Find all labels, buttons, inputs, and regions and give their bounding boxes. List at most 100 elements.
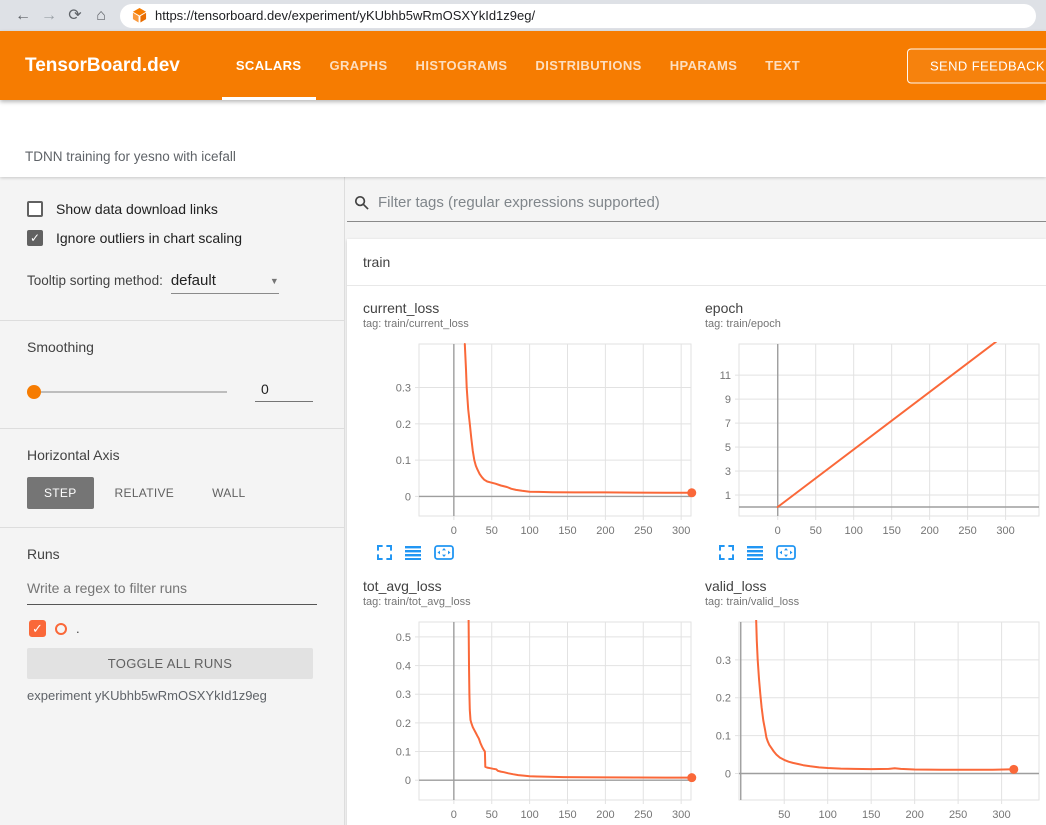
smoothing-value-input[interactable]: 0 bbox=[255, 381, 313, 402]
chart-tag: tag: train/epoch bbox=[705, 318, 1046, 330]
tab-scalars[interactable]: SCALARS bbox=[222, 31, 316, 100]
chart-plot-tot_avg_loss[interactable]: 05010015020025030000.10.20.30.40.5 bbox=[363, 616, 699, 824]
tab-graphs[interactable]: GRAPHS bbox=[316, 31, 402, 100]
chart-plot-epoch[interactable]: 0501001502002503001357911 bbox=[705, 338, 1046, 540]
fit-domain-icon[interactable] bbox=[434, 545, 454, 560]
toggle-all-runs-button[interactable]: TOGGLE ALL RUNS bbox=[27, 648, 313, 679]
fullscreen-icon[interactable] bbox=[377, 545, 392, 560]
settings-sidebar: Show data download links ✓ Ignore outlie… bbox=[0, 177, 345, 825]
search-icon bbox=[354, 195, 369, 210]
svg-text:0.1: 0.1 bbox=[396, 455, 411, 467]
tab-hparams[interactable]: HPARAMS bbox=[656, 31, 752, 100]
chart-toolbar bbox=[719, 545, 1046, 560]
run-data-list-icon[interactable] bbox=[405, 545, 421, 560]
run-list: ✓. bbox=[0, 620, 344, 637]
svg-text:0.3: 0.3 bbox=[716, 655, 731, 667]
runs-label: Runs bbox=[27, 546, 344, 562]
svg-text:0.1: 0.1 bbox=[396, 747, 411, 759]
svg-text:200: 200 bbox=[596, 525, 614, 537]
ignore-outliers-checkbox[interactable]: ✓ Ignore outliers in chart scaling bbox=[27, 230, 344, 246]
chevron-down-icon: ▼ bbox=[270, 276, 279, 286]
slider-thumb[interactable] bbox=[27, 385, 41, 399]
home-icon[interactable]: ⌂ bbox=[88, 8, 114, 24]
smoothing-slider[interactable] bbox=[27, 385, 227, 399]
experiment-id-line: experiment yKUbhb5wRmOSXYkId1z9eg bbox=[27, 688, 344, 703]
chart-plot-current_loss[interactable]: 05010015020025030000.10.20.3 bbox=[363, 338, 699, 540]
svg-text:50: 50 bbox=[486, 809, 498, 821]
smoothing-label: Smoothing bbox=[27, 339, 344, 355]
horizontal-axis-button-group: STEPRELATIVEWALL bbox=[27, 477, 344, 509]
svg-text:100: 100 bbox=[845, 525, 863, 537]
svg-text:0.3: 0.3 bbox=[396, 383, 411, 395]
svg-text:100: 100 bbox=[819, 809, 837, 821]
svg-text:150: 150 bbox=[558, 809, 576, 821]
svg-text:300: 300 bbox=[996, 525, 1014, 537]
svg-text:1: 1 bbox=[725, 490, 731, 502]
svg-text:0.4: 0.4 bbox=[396, 661, 411, 673]
axis-button-step[interactable]: STEP bbox=[27, 477, 94, 509]
browser-toolbar: ← → ⟳ ⌂ https://tensorboard.dev/experime… bbox=[0, 0, 1046, 31]
experiment-description-bar: TDNN training for yesno with icefall bbox=[0, 100, 1046, 177]
send-feedback-button[interactable]: SEND FEEDBACK bbox=[907, 48, 1046, 83]
chart-plot-valid_loss[interactable]: 5010015020025030000.10.20.3 bbox=[705, 616, 1046, 824]
chart-title: valid_loss bbox=[705, 578, 1046, 594]
axis-button-wall[interactable]: WALL bbox=[195, 477, 262, 509]
address-bar[interactable]: https://tensorboard.dev/experiment/yKUbh… bbox=[120, 4, 1036, 28]
axis-button-relative[interactable]: RELATIVE bbox=[98, 477, 192, 509]
svg-text:0: 0 bbox=[725, 768, 731, 780]
reload-icon[interactable]: ⟳ bbox=[62, 8, 88, 24]
tab-text[interactable]: TEXT bbox=[751, 31, 814, 100]
scalar-chart-valid_loss: valid_losstag: train/valid_loss501001502… bbox=[705, 578, 1046, 825]
svg-text:50: 50 bbox=[778, 809, 790, 821]
tab-histograms[interactable]: HISTOGRAMS bbox=[402, 31, 522, 100]
checkbox-icon: ✓ bbox=[27, 230, 43, 246]
dropdown-value: default bbox=[171, 272, 216, 289]
chart-title: tot_avg_loss bbox=[363, 578, 699, 594]
run-row: ✓. bbox=[29, 620, 317, 637]
fullscreen-icon[interactable] bbox=[719, 545, 734, 560]
checkbox-icon bbox=[27, 201, 43, 217]
run-checkbox[interactable]: ✓ bbox=[29, 620, 46, 637]
fit-domain-icon[interactable] bbox=[776, 545, 796, 560]
run-data-list-icon[interactable] bbox=[747, 545, 763, 560]
svg-text:200: 200 bbox=[905, 809, 923, 821]
nav-tabs: SCALARSGRAPHSHISTOGRAMSDISTRIBUTIONSHPAR… bbox=[222, 31, 814, 100]
svg-text:300: 300 bbox=[992, 809, 1010, 821]
forward-icon[interactable]: → bbox=[36, 8, 62, 24]
svg-text:0: 0 bbox=[451, 809, 457, 821]
svg-text:0.2: 0.2 bbox=[396, 419, 411, 431]
tab-distributions[interactable]: DISTRIBUTIONS bbox=[521, 31, 655, 100]
chart-tag: tag: train/tot_avg_loss bbox=[363, 596, 699, 608]
back-icon[interactable]: ← bbox=[10, 8, 36, 24]
tag-group-header-train[interactable]: train bbox=[347, 239, 1046, 286]
divider bbox=[0, 527, 344, 528]
divider bbox=[0, 428, 344, 429]
svg-text:0.2: 0.2 bbox=[396, 718, 411, 730]
scalar-chart-epoch: epochtag: train/epoch0501001502002503001… bbox=[705, 300, 1046, 560]
url-text: https://tensorboard.dev/experiment/yKUbh… bbox=[155, 8, 535, 23]
run-name: . bbox=[76, 621, 80, 636]
svg-text:250: 250 bbox=[634, 809, 652, 821]
tooltip-sorting-dropdown[interactable]: default ▼ bbox=[171, 272, 279, 294]
svg-text:0.2: 0.2 bbox=[716, 693, 731, 705]
svg-text:150: 150 bbox=[862, 809, 880, 821]
filter-tags-input[interactable]: Filter tags (regular expressions support… bbox=[347, 190, 1046, 222]
svg-text:0.1: 0.1 bbox=[716, 731, 731, 743]
brand-logo[interactable]: TensorBoard.dev bbox=[25, 55, 180, 77]
svg-text:200: 200 bbox=[920, 525, 938, 537]
slider-track[interactable] bbox=[27, 391, 227, 393]
filter-tags-placeholder: Filter tags (regular expressions support… bbox=[378, 194, 660, 211]
show-download-links-checkbox[interactable]: Show data download links bbox=[27, 201, 344, 217]
chart-title: current_loss bbox=[363, 300, 699, 316]
svg-text:150: 150 bbox=[558, 525, 576, 537]
svg-text:150: 150 bbox=[882, 525, 900, 537]
svg-text:0: 0 bbox=[405, 775, 411, 787]
checkbox-label: Ignore outliers in chart scaling bbox=[56, 230, 242, 246]
svg-text:300: 300 bbox=[672, 525, 690, 537]
svg-text:300: 300 bbox=[672, 809, 690, 821]
run-color-swatch-icon bbox=[55, 623, 67, 635]
svg-text:50: 50 bbox=[486, 525, 498, 537]
svg-text:0: 0 bbox=[451, 525, 457, 537]
runs-regex-input[interactable]: Write a regex to filter runs bbox=[27, 580, 317, 605]
svg-text:0.5: 0.5 bbox=[396, 632, 411, 644]
